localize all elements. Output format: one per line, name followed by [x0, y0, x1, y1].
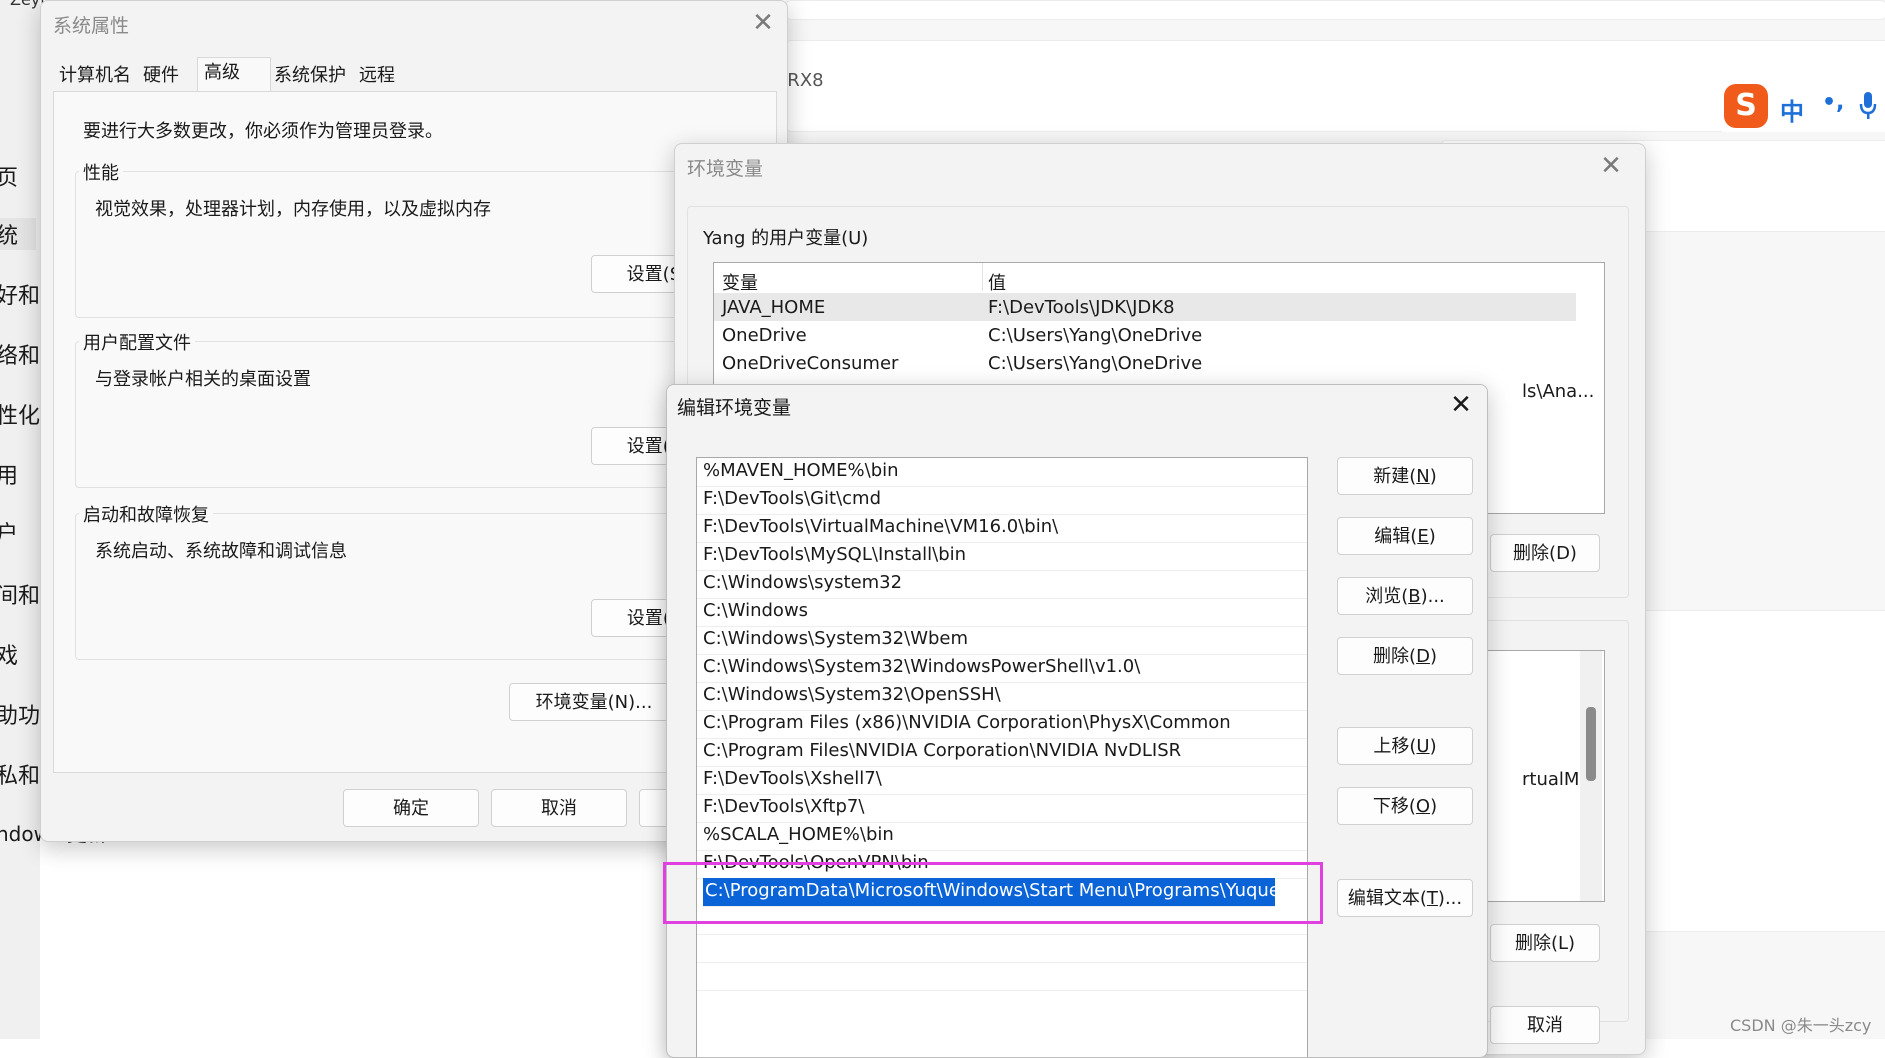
ime-toolbar[interactable]: S 中 •, — [1722, 84, 1885, 132]
edit-text-button[interactable]: 编辑文本(T)... — [1337, 879, 1473, 917]
window-title: 环境变量 — [687, 158, 764, 180]
user-variables-label: Yang 的用户变量(U) — [703, 228, 869, 249]
list-item-empty[interactable] — [697, 962, 1307, 991]
environment-variables-button[interactable]: 环境变量(N)... — [509, 683, 679, 721]
table-cell[interactable]: OneDrive — [722, 325, 807, 353]
edit-environment-variable-titlebar[interactable]: 编辑环境变量 ✕ — [667, 385, 1487, 429]
delete-user-variable-button[interactable]: 删除(D) — [1490, 534, 1600, 572]
performance-desc: 视觉效果，处理器计划，内存使用，以及虚拟内存 — [95, 199, 491, 220]
device-info-card — [785, 40, 1885, 132]
settings-header-card — [785, 0, 1885, 20]
path-entry-list[interactable]: %MAVEN_HOME%\bin F:\DevTools\Git\cmd F:\… — [696, 457, 1308, 1057]
close-icon[interactable]: ✕ — [747, 7, 779, 39]
watermark: CSDN @朱一头zcy — [1730, 1016, 1872, 1035]
list-item[interactable]: F:\DevTools\VirtualMachine\VM16.0\bin\ — [697, 514, 1307, 543]
table-cell-truncated[interactable]: ls\Ana... — [1522, 381, 1594, 409]
window-title: 编辑环境变量 — [677, 397, 792, 419]
list-item[interactable]: C:\Windows\system32 — [697, 570, 1307, 599]
startup-desc: 系统启动、系统故障和调试信息 — [95, 541, 347, 562]
list-item[interactable]: C:\Windows\System32\Wbem — [697, 626, 1307, 655]
startup-label: 启动和故障恢复 — [79, 501, 213, 527]
list-item[interactable]: %SCALA_HOME%\bin — [697, 822, 1307, 851]
table-cell[interactable]: C:\Users\Yang\OneDrive — [988, 325, 1202, 353]
list-item-empty[interactable] — [697, 934, 1307, 963]
admin-note: 要进行大多数更改，你必须作为管理员登录。 — [83, 121, 443, 142]
edit-button[interactable]: 编辑(E) — [1337, 517, 1473, 555]
performance-group — [75, 171, 777, 318]
sidebar-fragment-1[interactable]: 页 — [0, 160, 18, 192]
ime-punct[interactable]: •, — [1822, 90, 1844, 115]
environment-variables-titlebar[interactable]: 环境变量 ✕ — [675, 144, 1645, 188]
list-item[interactable]: F:\DevTools\Xftp7\ — [697, 794, 1307, 823]
close-icon[interactable]: ✕ — [1445, 389, 1477, 421]
tab-computer-name[interactable]: 计算机名 — [53, 61, 137, 91]
move-up-button[interactable]: 上移(U) — [1337, 727, 1473, 765]
tab-remote[interactable]: 远程 — [353, 61, 401, 91]
ime-logo[interactable]: S — [1724, 84, 1768, 128]
profiles-desc: 与登录帐户相关的桌面设置 — [95, 369, 311, 390]
list-item[interactable]: F:\DevTools\Xshell7\ — [697, 766, 1307, 795]
list-item[interactable]: C:\Windows\System32\WindowsPowerShell\v1… — [697, 654, 1307, 683]
cancel-button[interactable]: 取消 — [491, 789, 627, 827]
profiles-label: 用户配置文件 — [79, 329, 195, 355]
table-cell[interactable]: F:\DevTools\JDK\JDK8 — [988, 297, 1175, 325]
list-item[interactable]: C:\Windows\System32\OpenSSH\ — [697, 682, 1307, 711]
table-cell[interactable]: OneDriveConsumer — [722, 353, 898, 381]
sidebar-fragment-5[interactable]: 性化 — [0, 398, 40, 430]
highlight-box — [663, 862, 1323, 924]
sidebar-fragment-7[interactable]: 户 — [0, 516, 18, 548]
table-cell[interactable]: JAVA_HOME — [722, 297, 825, 325]
list-item[interactable]: %MAVEN_HOME%\bin — [697, 458, 1307, 487]
device-model-fragment: IRX8 — [782, 70, 824, 91]
tab-hardware[interactable]: 硬件 — [137, 61, 185, 91]
ime-mode[interactable]: 中 — [1780, 92, 1804, 127]
list-item[interactable]: C:\Program Files\NVIDIA Corporation\NVID… — [697, 738, 1307, 767]
list-item[interactable]: F:\DevTools\Git\cmd — [697, 486, 1307, 515]
tab-system-protection[interactable]: 系统保护 — [268, 61, 352, 91]
table-cell[interactable]: C:\Users\Yang\OneDrive — [988, 353, 1202, 381]
sidebar-fragment-2[interactable]: 统 — [0, 218, 36, 250]
ok-button[interactable]: 确定 — [343, 789, 479, 827]
list-item[interactable]: F:\DevTools\MySQL\Install\bin — [697, 542, 1307, 571]
close-icon[interactable]: ✕ — [1595, 150, 1627, 182]
microphone-icon[interactable] — [1858, 90, 1878, 122]
sidebar-fragment-6[interactable]: 用 — [0, 458, 18, 490]
list-item[interactable]: C:\Windows — [697, 598, 1307, 627]
delete-system-variable-button[interactable]: 删除(L) — [1490, 924, 1600, 962]
scrollbar-thumb[interactable] — [1586, 707, 1596, 781]
column-divider[interactable] — [982, 263, 983, 291]
window-title: 系统属性 — [53, 15, 130, 37]
sidebar-fragment-9[interactable]: 戏 — [0, 638, 18, 670]
performance-label: 性能 — [79, 159, 123, 185]
tab-advanced[interactable]: 高级 — [197, 57, 271, 92]
move-down-button[interactable]: 下移(O) — [1337, 787, 1473, 825]
edit-environment-variable-window: 编辑环境变量 ✕ %MAVEN_HOME%\bin F:\DevTools\Gi… — [666, 384, 1488, 1058]
new-button[interactable]: 新建(N) — [1337, 457, 1473, 495]
list-item[interactable]: C:\Program Files (x86)\NVIDIA Corporatio… — [697, 710, 1307, 739]
browse-button[interactable]: 浏览(B)... — [1337, 577, 1473, 615]
cancel-button[interactable]: 取消 — [1490, 1006, 1600, 1044]
system-properties-titlebar[interactable]: 系统属性 ✕ — [41, 1, 787, 45]
delete-button[interactable]: 删除(D) — [1337, 637, 1473, 675]
